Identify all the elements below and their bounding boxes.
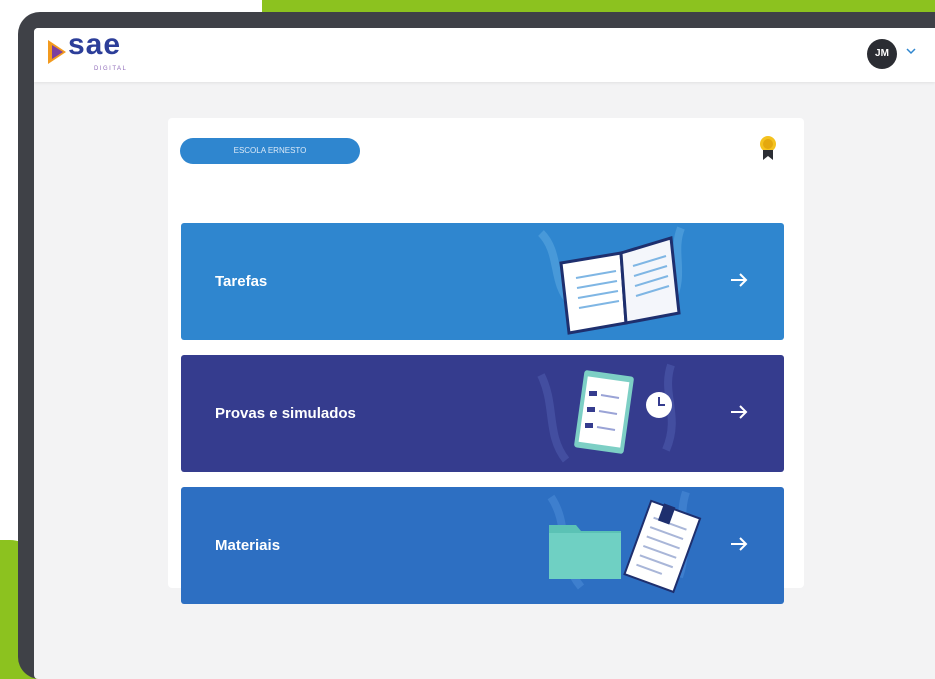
- clipboard-checklist-illustration-icon: [537, 363, 676, 463]
- tile-label: Provas e simulados: [215, 405, 356, 422]
- tile-tarefas[interactable]: Tarefas: [181, 223, 784, 340]
- sae-logo[interactable]: sae DIGITAL: [44, 28, 164, 78]
- tile-materiais[interactable]: Materiais: [181, 487, 784, 604]
- open-book-illustration-icon: [537, 226, 685, 335]
- tile-label: Tarefas: [215, 273, 268, 290]
- medal-icon[interactable]: [758, 135, 778, 161]
- tile-label: Materiais: [215, 537, 281, 554]
- user-avatar[interactable]: JM: [867, 39, 897, 69]
- tile-provas-e-simulados[interactable]: Provas e simulados: [181, 355, 784, 472]
- chevron-down-icon[interactable]: [906, 48, 916, 55]
- arrow-right-icon[interactable]: [729, 270, 749, 290]
- logo-subtext: DIGITAL: [94, 66, 128, 72]
- app-header: sae DIGITAL JM: [34, 28, 935, 82]
- logo-text: sae: [68, 28, 122, 61]
- dashboard-card: ESCOLA ERNESTO Tarefas Provas e simulado…: [168, 118, 804, 604]
- arrow-right-icon[interactable]: [729, 402, 749, 422]
- app-screen: sae DIGITAL JM ESCOLA ERNESTO Tarefas Pr…: [34, 28, 935, 679]
- folder-document-illustration-icon: [547, 490, 702, 594]
- school-name-badge[interactable]: ESCOLA ERNESTO: [180, 138, 360, 164]
- play-logo-icon: [48, 40, 66, 64]
- arrow-right-icon[interactable]: [729, 534, 749, 554]
